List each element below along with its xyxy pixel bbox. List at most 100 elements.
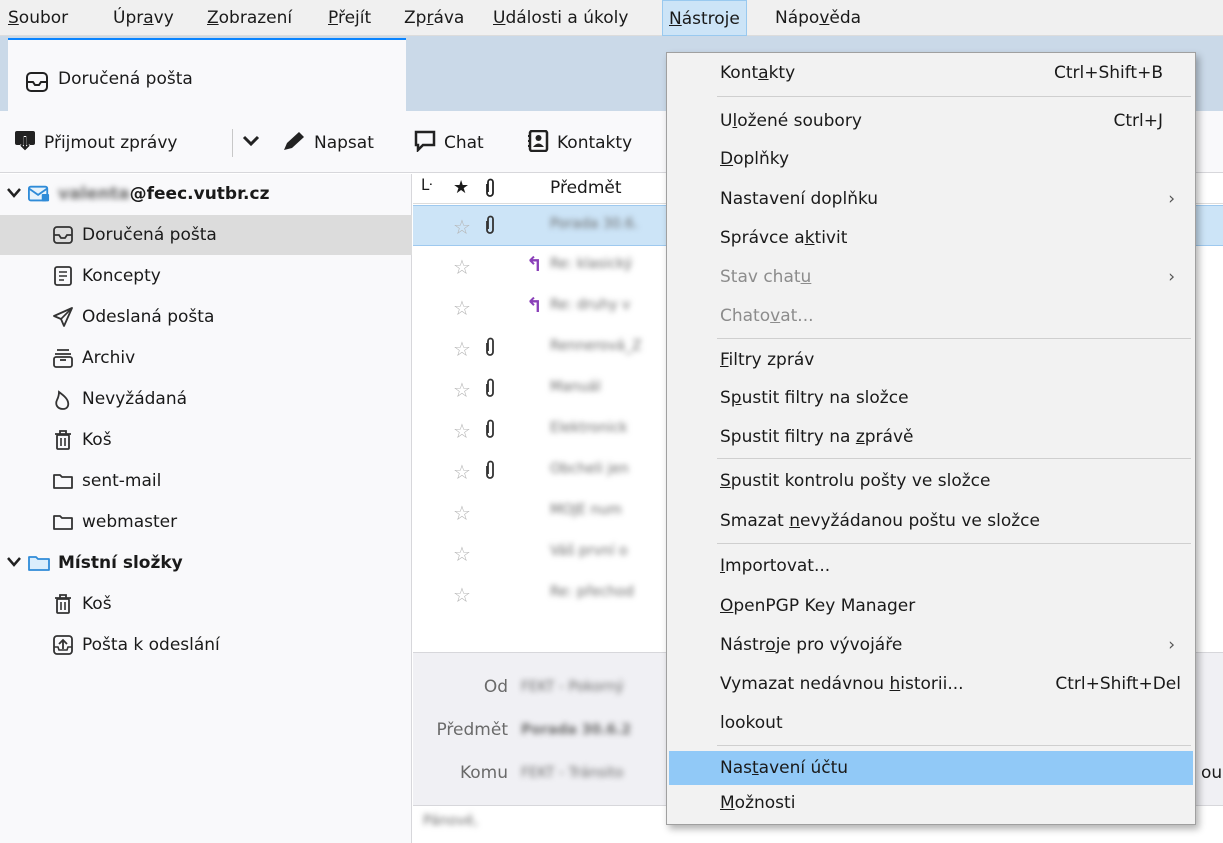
subject-column-header[interactable]: Předmět [550,178,622,198]
chat-icon [414,130,436,157]
message-subject: Obcheli jen [550,461,629,477]
chevron-right-icon: › [1168,189,1175,209]
menu-item-options[interactable]: Možnosti [669,787,1193,819]
write-button[interactable]: Napsat [282,129,374,157]
menu-separator [717,543,1191,544]
menu-item-import[interactable]: Importovat... [669,550,1193,582]
folder-sent[interactable]: Odeslaná pošta [0,297,412,337]
get-messages-button[interactable]: Přijmout zprávy [14,129,177,157]
menu-item-addons[interactable]: Doplňky [669,143,1193,175]
folder-label: Koš [82,594,112,614]
menu-napoveda[interactable]: Nápověda [769,0,867,36]
menu-separator [717,338,1191,339]
star-icon[interactable]: ☆ [453,542,471,566]
menu-item-run-junk-controls[interactable]: Spustit kontrolu pošty ve složce [669,465,1193,497]
address-book-icon [527,129,549,157]
message-body-preview: Pánové, [423,813,479,829]
folder-label: Nevyžádaná [82,389,188,409]
menu-udalosti[interactable]: Události a úkoly [487,0,634,36]
menu-soubor[interactable]: Soubor [2,0,74,36]
shortcut-text: Ctrl+J [1113,111,1163,131]
star-column-icon[interactable]: ★ [453,177,469,198]
menu-item-message-filters[interactable]: Filtry zpráv [669,344,1193,376]
menubar: Soubor Úpravy Zobrazení Přejít Zpráva Ud… [0,0,1223,36]
attachment-column-icon[interactable] [483,178,497,203]
menu-prejit[interactable]: Přejít [322,0,377,36]
star-icon[interactable]: ☆ [453,419,471,443]
account-username: valenta [58,184,130,204]
trash-icon [52,593,74,615]
attachment-icon [483,214,497,241]
menu-upravy[interactable]: Úpravy [107,0,180,36]
message-subject: Rennerová_Z [550,338,642,354]
menu-item-account-settings[interactable]: Nastavení účtu [669,751,1193,785]
menu-item-openpgp[interactable]: OpenPGP Key Manager [669,590,1193,622]
chevron-down-icon[interactable] [6,184,22,204]
chat-button[interactable]: Chat [414,129,484,157]
menu-item-developer-tools[interactable]: Nástroje pro vývojáře › [669,629,1193,661]
folder-label: Pošta k odeslání [82,635,220,655]
menu-item-delete-junk[interactable]: Smazat nevyžádanou poštu ve složce [669,505,1193,537]
chevron-right-icon: › [1168,635,1175,655]
from-value[interactable]: FEKT - Pokorný [521,679,624,695]
folder-pane: valenta @feec.vutbr.cz Doručená pošta Kon… [0,174,412,843]
folder-sent-mail[interactable]: sent-mail [0,461,412,501]
folder-local-trash[interactable]: Koš [0,584,412,624]
star-icon[interactable]: ☆ [453,255,471,279]
message-subject: Re: klasický [550,256,633,272]
flame-icon [52,388,74,410]
star-icon[interactable]: ☆ [453,460,471,484]
message-subject: Elektronick [550,420,628,436]
message-subject: Váš první o [550,543,628,559]
menu-item-activity-manager[interactable]: Správce aktivit [669,222,1193,254]
chevron-down-icon[interactable] [6,553,22,573]
account-row[interactable]: valenta @feec.vutbr.cz [0,174,412,214]
star-icon[interactable]: ☆ [453,296,471,320]
folder-archive[interactable]: Archiv [0,338,412,378]
menu-item-run-filters-message[interactable]: Spustit filtry na zprávě [669,421,1193,453]
folder-outbox[interactable]: Pošta k odeslání [0,625,412,665]
inbox-icon [52,224,74,246]
star-icon[interactable]: ☆ [453,337,471,361]
contacts-button[interactable]: Kontakty [527,129,632,157]
folder-drafts[interactable]: Koncepty [0,256,412,296]
thread-column-icon[interactable]: ᒷ [421,176,432,194]
menu-item-clear-history[interactable]: Vymazat nedávnou historii... Ctrl+Shift+… [669,668,1193,700]
tab-inbox[interactable]: Doručená pošta [8,38,406,111]
star-icon[interactable]: ☆ [453,501,471,525]
menu-item-chat-status[interactable]: Stav chatu › [669,261,1193,293]
menu-zobrazeni[interactable]: Zobrazení [201,0,298,36]
folder-junk[interactable]: Nevyžádaná [0,379,412,419]
menu-zprava[interactable]: Zpráva [398,0,470,36]
star-icon[interactable]: ☆ [453,378,471,402]
menu-item-contacts[interactable]: Kontakty Ctrl+Shift+B [669,57,1193,89]
shortcut-text: Ctrl+Shift+B [1053,63,1163,83]
folder-label: Archiv [82,348,136,368]
folder-webmaster[interactable]: webmaster [0,502,412,542]
menu-item-lookout[interactable]: lookout [669,707,1193,739]
folder-icon [52,470,74,492]
folder-trash[interactable]: Koš [0,420,412,460]
folder-label: Doručená pošta [82,225,217,245]
attachment-icon [483,336,497,363]
menu-item-addon-settings[interactable]: Nastavení doplňku › [669,183,1193,215]
get-messages-dropdown[interactable] [242,129,260,157]
attachment-icon [483,377,497,404]
subject-value: Porada 30.6.2 [521,722,632,738]
menu-item-saved-files[interactable]: Uložené soubory Ctrl+J [669,105,1193,137]
menu-item-chat[interactable]: Chatovat... [669,300,1193,332]
menu-nastroje[interactable]: Nástroje [662,0,747,36]
download-icon [14,130,36,157]
tools-menu: Kontakty Ctrl+Shift+B Uložené soubory Ct… [666,52,1196,825]
star-icon[interactable]: ☆ [453,215,471,239]
star-icon[interactable]: ☆ [453,583,471,607]
folder-label: Koncepty [82,266,161,286]
shortcut-text: Ctrl+Shift+Del [1055,674,1181,694]
folder-label: webmaster [82,512,178,532]
folder-inbox[interactable]: Doručená pošta [0,215,412,255]
menu-item-run-filters-folder[interactable]: Spustit filtry na složce [669,382,1193,414]
pen-icon [282,130,306,157]
message-subject: MOJE num [550,502,622,518]
local-folders-row[interactable]: Místní složky [0,543,412,583]
to-value[interactable]: FEKT - Tránsito [521,765,623,781]
